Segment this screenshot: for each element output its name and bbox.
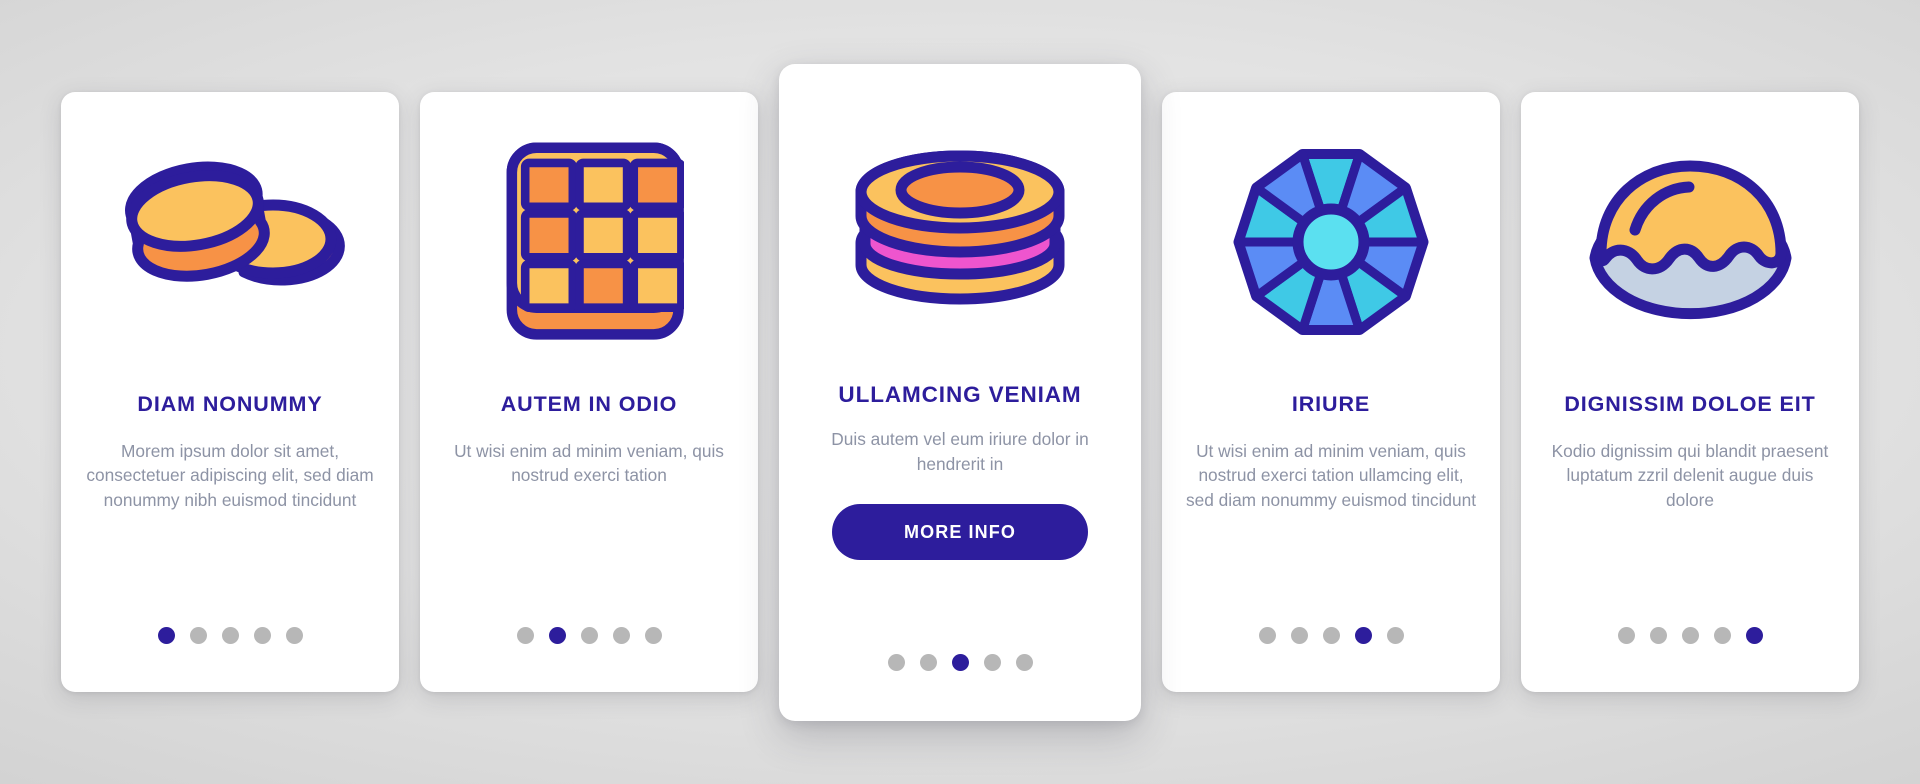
pagination-dot-active[interactable] xyxy=(951,653,969,671)
pagination-dot[interactable] xyxy=(516,627,534,644)
pagination-dots xyxy=(61,627,399,644)
pagination-dot[interactable] xyxy=(1290,627,1308,644)
onboarding-card[interactable]: AUTEM IN ODIO Ut wisi enim ad minim venia… xyxy=(420,92,758,692)
card-title: IRIURE xyxy=(1291,392,1371,416)
pagination-dot[interactable] xyxy=(1258,627,1276,644)
chocolate-bar-icon xyxy=(506,142,684,340)
card-description: Duis autem vel eum iriure dolor in hendr… xyxy=(831,429,1089,474)
pagination-dots xyxy=(779,653,1141,671)
pagination-dot-active[interactable] xyxy=(548,627,566,644)
pagination-dot[interactable] xyxy=(1617,627,1635,644)
onboarding-card[interactable]: DIAM NONUMMY Morem ipsum dolor sit amet, … xyxy=(61,92,399,692)
card-illustration xyxy=(442,92,736,392)
card-description: Ut wisi enim ad minim veniam, quis nostr… xyxy=(454,440,724,486)
onboarding-card[interactable]: DIGNISSIM DOLOE EIT Kodio dignissim qui b… xyxy=(1521,92,1859,692)
pagination-dot[interactable] xyxy=(253,627,271,644)
pagination-dot[interactable] xyxy=(983,653,1001,671)
onboarding-card-deck: DIAM NONUMMY Morem ipsum dolor sit amet, … xyxy=(0,0,1920,784)
pagination-dots xyxy=(1162,627,1500,644)
pagination-dot[interactable] xyxy=(644,627,662,644)
pagination-dot-active[interactable] xyxy=(157,627,175,644)
card-description: Ut wisi enim ad minim veniam, quis nostr… xyxy=(1185,440,1477,510)
pagination-dot[interactable] xyxy=(580,627,598,644)
pagination-dot[interactable] xyxy=(1015,653,1033,671)
onboarding-card[interactable]: IRIURE Ut wisi enim ad minim veniam, quis… xyxy=(1162,92,1500,692)
pagination-dots xyxy=(1521,627,1859,644)
card-illustration xyxy=(83,92,377,392)
card-title: DIAM NONUMMY xyxy=(137,392,323,416)
card-title: DIGNISSIM DOLOE EIT xyxy=(1564,392,1816,416)
card-description: Morem ipsum dolor sit amet, consectetuer… xyxy=(86,440,374,510)
card-title: AUTEM IN ODIO xyxy=(500,392,678,416)
pagination-dot[interactable] xyxy=(1322,627,1340,644)
more-info-button[interactable]: MORE INFO xyxy=(832,504,1088,561)
pagination-dot[interactable] xyxy=(919,653,937,671)
card-description: Kodio dignissim qui blandit praesent lup… xyxy=(1551,440,1829,510)
stacked-cookies-icon xyxy=(125,161,345,285)
pagination-dot[interactable] xyxy=(1713,627,1731,644)
pagination-dot[interactable] xyxy=(1681,627,1699,644)
card-title: ULLAMCING VENIAM xyxy=(838,381,1082,407)
cream-bun-icon xyxy=(1589,160,1791,320)
onboarding-card[interactable]: ULLAMCING VENIAM Duis autem vel eum iriur… xyxy=(779,63,1141,721)
pagination-dot[interactable] xyxy=(221,627,239,644)
onboarding-stage: DIAM NONUMMY Morem ipsum dolor sit amet, … xyxy=(0,0,1920,784)
pagination-dot[interactable] xyxy=(285,627,303,644)
pagination-dot[interactable] xyxy=(887,653,905,671)
card-illustration xyxy=(1543,92,1837,392)
card-illustration xyxy=(1184,92,1478,392)
gem-rosette-icon xyxy=(1233,149,1429,335)
pagination-dot[interactable] xyxy=(612,627,630,644)
pagination-dot[interactable] xyxy=(1649,627,1667,644)
pagination-dot-active[interactable] xyxy=(1354,627,1372,644)
pagination-dot[interactable] xyxy=(1386,627,1404,644)
pagination-dots xyxy=(420,627,758,644)
pagination-dot-active[interactable] xyxy=(1745,627,1763,644)
pagination-dot[interactable] xyxy=(189,627,207,644)
macaron-icon xyxy=(855,150,1064,305)
card-illustration xyxy=(801,64,1119,382)
